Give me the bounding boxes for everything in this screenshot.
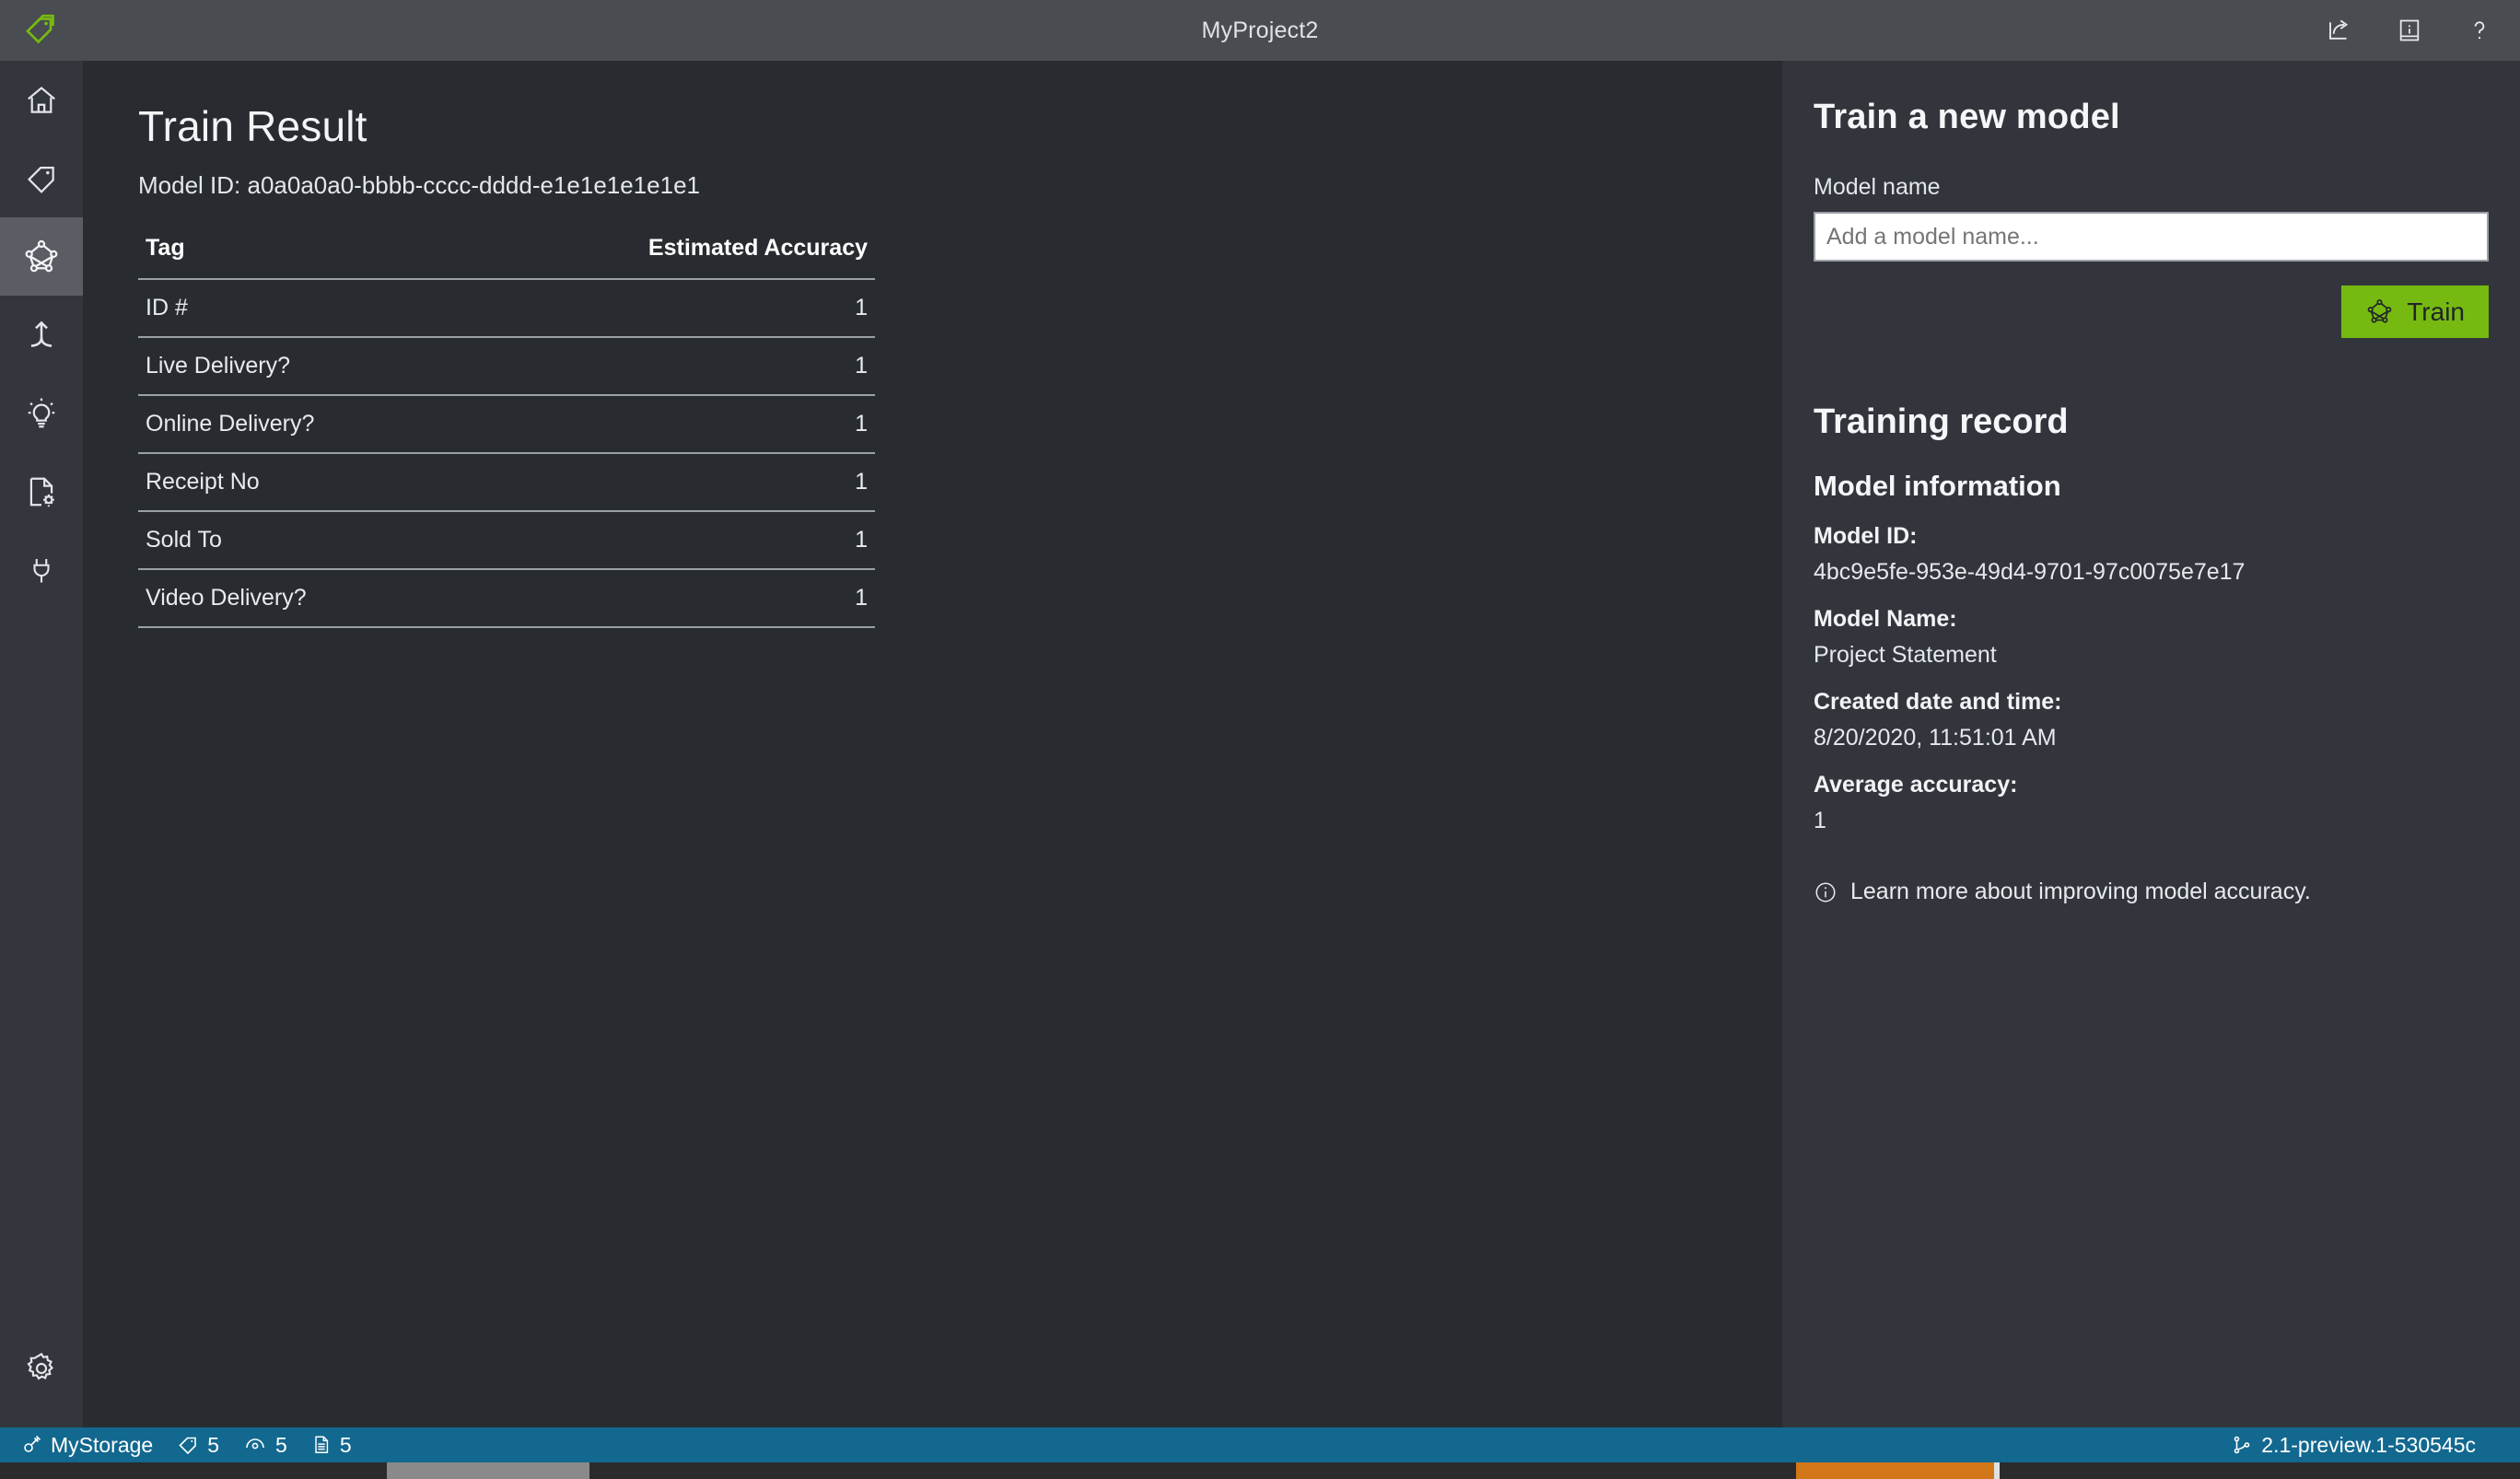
learn-more-text: Learn more about improving model accurac… <box>1850 879 2311 904</box>
tag-icon <box>177 1434 199 1456</box>
status-version-value: 2.1-preview.1-530545c <box>2261 1432 2476 1457</box>
app-window: MyProject2 Train Result Model ID: a0a0a0… <box>0 0 2520 1479</box>
train-button-label: Train <box>2407 297 2465 326</box>
page-title: Train Result <box>138 102 368 150</box>
model-id-value: a0a0a0a0-bbbb-cccc-dddd-e1e1e1e1e1e1 <box>247 171 701 199</box>
table-cell-tag: Online Delivery? <box>138 395 462 454</box>
plug-icon <box>20 1434 42 1456</box>
table-cell-accuracy: 1 <box>461 511 875 570</box>
sidebar-item-train[interactable] <box>0 217 83 296</box>
table-cell-tag: Sold To <box>138 511 462 570</box>
train-new-model-heading: Train a new model <box>1814 98 2120 136</box>
status-tag-count[interactable]: 5 <box>177 1433 219 1458</box>
status-storage-label: MyStorage <box>51 1432 154 1457</box>
eye-icon <box>243 1434 267 1456</box>
train-result-table: Tag Estimated Accuracy ID #1 Live Deliver… <box>138 231 875 628</box>
plug-icon <box>25 553 58 587</box>
share-button[interactable] <box>2317 8 2362 52</box>
learn-more-link[interactable]: Learn more about improving model accurac… <box>1814 879 2489 905</box>
documentation-button[interactable] <box>2387 8 2432 52</box>
train-button[interactable]: Train <box>2341 285 2489 338</box>
os-taskbar-strip <box>0 1462 2520 1479</box>
title-bar-actions <box>2317 0 2502 61</box>
sidebar-item-model-compose[interactable] <box>0 452 83 530</box>
table-row: Receipt No 1 <box>138 453 875 512</box>
home-icon <box>24 83 59 118</box>
document-icon <box>311 1434 332 1456</box>
sidebar-item-predict[interactable] <box>0 374 83 452</box>
lightbulb-icon <box>24 396 59 431</box>
status-version[interactable]: 2.1-preview.1-530545c <box>2231 1433 2476 1458</box>
window-title: MyProject2 <box>1201 17 1319 43</box>
model-id-label: Model ID: <box>138 171 241 199</box>
model-information-heading: Model information <box>1814 470 2061 502</box>
status-document-count-value: 5 <box>339 1432 352 1457</box>
field-key: Model ID: <box>1814 523 1918 549</box>
field-value: Project Statement <box>1814 642 1997 668</box>
table-row: Online Delivery? 1 <box>138 395 875 454</box>
info-circle-icon <box>1814 880 1838 904</box>
status-visited-count-value: 5 <box>275 1432 287 1457</box>
taskbar-segment-edge[interactable] <box>1994 1462 2000 1479</box>
model-network-icon <box>22 238 61 276</box>
table-cell-tag: Live Delivery? <box>138 337 462 396</box>
table-head: Tag Estimated Accuracy <box>138 231 875 280</box>
field-key: Created date and time: <box>1814 689 2062 715</box>
sidebar-item-compose[interactable] <box>0 296 83 374</box>
sidebar-item-home[interactable] <box>0 61 83 139</box>
model-information-fields: Model ID: 4bc9e5fe-953e-49d4-9701-97c0075… <box>1814 523 2489 834</box>
table-header-row: Tag Estimated Accuracy <box>138 231 875 280</box>
table-cell-accuracy: 1 <box>461 569 875 628</box>
taskbar-segment-grey[interactable] <box>387 1462 589 1479</box>
table-cell-tag: ID # <box>138 279 462 338</box>
training-record-heading: Training record <box>1814 402 2069 441</box>
sidebar-item-connections[interactable] <box>0 530 83 609</box>
help-button[interactable] <box>2457 8 2502 52</box>
table-cell-accuracy: 1 <box>461 453 875 512</box>
right-panel: Train a new model Model name Train <box>1782 61 2520 1427</box>
field-key: Average accuracy: <box>1814 772 2018 798</box>
table-row: ID #1 <box>138 279 875 338</box>
status-storage[interactable]: MyStorage <box>20 1433 153 1458</box>
document-settings-icon <box>24 474 59 509</box>
sidebar-item-settings[interactable] <box>0 1329 83 1407</box>
help-question-icon <box>2466 17 2493 44</box>
title-bar: MyProject2 <box>0 0 2520 61</box>
field-value: 8/20/2020, 11:51:01 AM <box>1814 725 2057 751</box>
status-bar: MyStorage 5 5 5 2.1-preview.1-530545c <box>0 1427 2520 1462</box>
table-row: Sold To 1 <box>138 511 875 570</box>
table-row: Video Delivery? 1 <box>138 569 875 628</box>
field-value: 1 <box>1814 808 1826 833</box>
table-body: ID #1 Live Delivery? 1 Online Delivery? 1 Rec… <box>138 279 875 628</box>
sidebar-item-tag-editor[interactable] <box>0 139 83 217</box>
gear-icon <box>23 1350 60 1387</box>
train-button-row: Train <box>1814 285 2489 338</box>
model-network-icon <box>2365 297 2394 326</box>
table-cell-tag: Receipt No <box>138 453 462 512</box>
sidebar <box>0 61 83 1427</box>
branch-icon <box>2231 1434 2253 1456</box>
main-content: Train Result Model ID: a0a0a0a0-bbbb-ccc… <box>83 61 1782 1427</box>
model-name-label: Model name <box>1814 174 1941 200</box>
table-cell-tag: Video Delivery? <box>138 569 462 628</box>
column-header-accuracy: Estimated Accuracy <box>461 231 875 280</box>
model-id-line: Model ID: a0a0a0a0-bbbb-cccc-dddd-e1e1e1… <box>138 171 1727 200</box>
field-value: 4bc9e5fe-953e-49d4-9701-97c0075e7e17 <box>1814 559 2246 585</box>
model-name-input[interactable] <box>1814 212 2489 262</box>
tag-icon <box>24 161 59 196</box>
status-visited-count[interactable]: 5 <box>243 1433 287 1458</box>
share-export-icon <box>2326 17 2353 44</box>
table-cell-accuracy: 1 <box>461 279 875 338</box>
sidebar-bottom <box>0 1329 83 1407</box>
table-row: Live Delivery? 1 <box>138 337 875 396</box>
status-document-count[interactable]: 5 <box>311 1433 352 1458</box>
table-cell-accuracy: 1 <box>461 337 875 396</box>
table-cell-accuracy: 1 <box>461 395 875 454</box>
info-book-icon <box>2397 17 2422 44</box>
taskbar-segment-active[interactable] <box>1796 1462 1994 1479</box>
merge-arrow-icon <box>24 318 59 353</box>
column-header-tag: Tag <box>138 231 462 280</box>
status-tag-count-value: 5 <box>207 1432 220 1457</box>
field-key: Model Name: <box>1814 606 1957 632</box>
